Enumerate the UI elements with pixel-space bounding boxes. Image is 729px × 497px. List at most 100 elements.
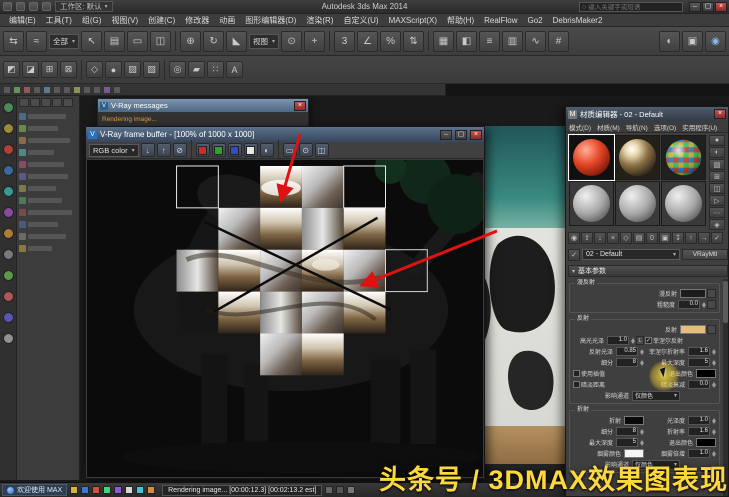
spinner[interactable] [711, 380, 716, 389]
polygon-modeling-icon[interactable]: ◇ [86, 61, 103, 78]
duplicate-buffer-icon[interactable]: ◫ [314, 143, 329, 157]
status-icon[interactable] [336, 486, 345, 494]
edge-loop-icon[interactable]: ● [105, 61, 122, 78]
mirror-icon[interactable]: ◧ [456, 30, 478, 52]
render-setup-icon[interactable]: ◐ [659, 30, 680, 52]
fog-multiplier-field[interactable]: 1.0 [688, 449, 710, 458]
material-override-icon[interactable]: ◎ [169, 61, 186, 78]
list-item[interactable] [19, 158, 77, 170]
minibar-icon[interactable] [73, 85, 81, 94]
reflection-color-swatch[interactable] [680, 325, 706, 334]
list-item[interactable] [19, 110, 77, 122]
spinner[interactable] [639, 347, 644, 356]
minibar-icon[interactable] [53, 85, 61, 94]
minibar-icon[interactable] [23, 85, 31, 94]
script-icon[interactable] [2, 312, 14, 323]
load-image-icon[interactable]: ↑ [156, 143, 171, 157]
subdivs-field[interactable]: 8 [616, 358, 638, 367]
align-icon[interactable]: ≡ [479, 30, 501, 52]
spinner[interactable] [630, 336, 635, 345]
backlight-icon[interactable]: ◐ [709, 147, 725, 158]
roughness-field[interactable]: 0.0 [678, 300, 700, 309]
curve-editor-icon[interactable]: ∿ [525, 30, 547, 52]
status-icon[interactable] [347, 486, 356, 494]
dim-distance-checkbox[interactable] [573, 381, 580, 388]
paint-deform-icon[interactable]: ∷ [207, 61, 224, 78]
sample-slot-metal[interactable] [615, 135, 660, 180]
panel-tab[interactable] [19, 98, 29, 107]
minibar-icon[interactable] [43, 85, 51, 94]
spinner[interactable] [711, 427, 716, 436]
spinner[interactable] [711, 347, 716, 356]
use-interpolation-checkbox[interactable] [573, 370, 580, 377]
reset-map-icon[interactable]: × [607, 232, 619, 244]
list-item[interactable] [19, 170, 77, 182]
close-button[interactable]: × [470, 129, 482, 140]
hilight-gloss-field[interactable]: 1.0 [607, 336, 629, 345]
make-preview-icon[interactable]: ▷ [709, 195, 725, 206]
menu-realflow[interactable]: RealFlow [479, 14, 522, 27]
exit-color-swatch[interactable] [696, 369, 716, 378]
lock-button[interactable]: L [636, 336, 644, 345]
script-icon[interactable] [2, 291, 14, 302]
sample-slot-gray[interactable] [661, 181, 706, 226]
select-rotate-icon[interactable]: ↻ [203, 30, 225, 52]
list-item[interactable] [19, 194, 77, 206]
welcome-button[interactable]: 欢迎使用 MAX [2, 484, 68, 496]
taskbar-icon[interactable] [125, 486, 134, 494]
spinner[interactable] [711, 358, 716, 367]
diffuse-map-button[interactable] [707, 289, 716, 298]
script-icon[interactable] [2, 102, 14, 113]
roughness-map-button[interactable] [707, 300, 716, 309]
panel-tab[interactable] [30, 98, 40, 107]
show-in-viewport-icon[interactable]: ▣ [659, 232, 671, 244]
sample-slot-red[interactable] [568, 134, 615, 181]
redo-icon[interactable] [42, 2, 51, 11]
ior-field[interactable]: 1.6 [688, 427, 710, 436]
workspace-selector[interactable]: 工作区: 默认 ▾ [55, 1, 113, 12]
status-icon[interactable] [325, 486, 334, 494]
list-item[interactable] [19, 182, 77, 194]
maximize-button[interactable]: ▢ [702, 2, 714, 12]
taskbar-icon[interactable] [103, 486, 112, 494]
menu-customize[interactable]: 自定义(U) [338, 14, 383, 27]
taskbar-icon[interactable] [114, 486, 123, 494]
menu-material[interactable]: 材质(M) [594, 122, 623, 132]
rendered-frame-icon[interactable]: ▣ [682, 30, 703, 52]
fresnel-ior-field[interactable]: 1.6 [688, 347, 710, 356]
freeform-icon[interactable]: ◪ [22, 61, 39, 78]
refraction-color-swatch[interactable] [624, 416, 644, 425]
minibar-icon[interactable] [93, 85, 101, 94]
sample-slot-checker[interactable] [661, 135, 706, 180]
vray-messages-titlebar[interactable]: V V-Ray messages × [98, 99, 308, 112]
taskbar-icon[interactable] [81, 486, 90, 494]
material-editor-titlebar[interactable]: M 材质编辑器 - 02 - Default × [566, 107, 728, 121]
list-item[interactable] [19, 242, 77, 254]
list-item[interactable] [19, 134, 77, 146]
spinner[interactable] [711, 416, 716, 425]
options-icon[interactable]: ⋯ [709, 207, 725, 218]
glossiness-field[interactable]: 1.0 [688, 416, 710, 425]
put-to-library-icon[interactable]: ▤ [633, 232, 645, 244]
material-navigator-icon[interactable]: ◈ [709, 219, 725, 230]
menu-graph-editors[interactable]: 图形编辑器(D) [240, 14, 301, 27]
menu-create[interactable]: 创建(C) [143, 14, 180, 27]
menu-navigation[interactable]: 导航(N) [623, 122, 651, 132]
refr-subdivs-field[interactable]: 8 [616, 427, 638, 436]
snap-toggle-button[interactable]: 3 [334, 30, 356, 52]
panel-tab[interactable] [52, 98, 62, 107]
script-icon[interactable] [2, 165, 14, 176]
material-type-button[interactable]: VRayMtl [682, 249, 728, 260]
percent-snap-icon[interactable]: % [380, 30, 402, 52]
affect-channels-dropdown[interactable]: 仅颜色 ▾ [632, 390, 680, 401]
close-button[interactable]: × [715, 2, 727, 12]
script-icon[interactable] [2, 123, 14, 134]
list-item[interactable] [19, 122, 77, 134]
menu-go2[interactable]: Go2 [522, 14, 547, 27]
get-material-icon[interactable]: ◉ [568, 232, 580, 244]
search-input[interactable] [588, 3, 677, 11]
assign-material-icon[interactable]: ↓ [594, 232, 606, 244]
taskbar-icon[interactable] [92, 486, 101, 494]
background-icon[interactable]: ▨ [709, 159, 725, 170]
menu-utilities[interactable]: 实用程序(U) [679, 122, 720, 132]
